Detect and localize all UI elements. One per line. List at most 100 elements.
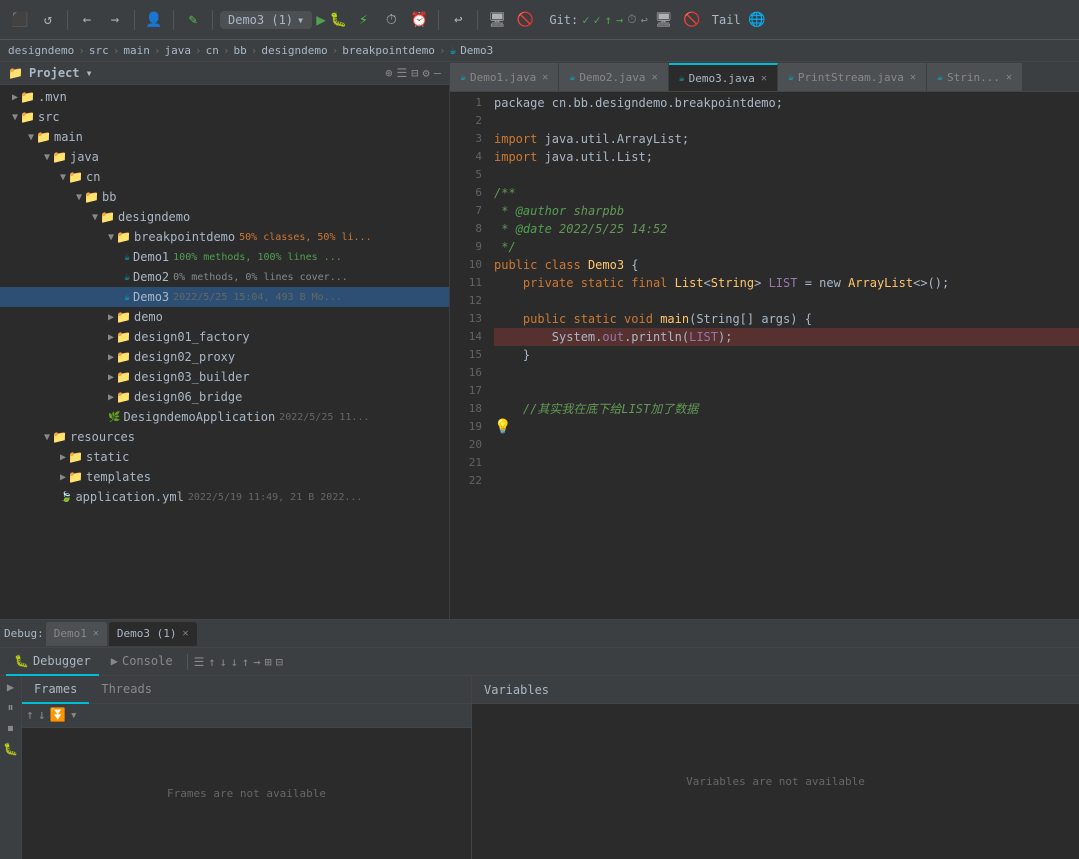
debug-tool-8[interactable]: ⊟ [276,655,283,669]
side-stop-icon[interactable]: ⏹ [7,721,13,736]
tree-item-resources[interactable]: ▼ 📁 resources [0,427,449,447]
toolbar-forward-btn[interactable]: → [103,8,127,32]
debug-tool-1[interactable]: ☰ [194,655,205,669]
debug-tool-3[interactable]: ↓ [220,655,227,669]
debug-button[interactable]: 🐛 [330,12,347,28]
debug-tab-demo3[interactable]: Demo3 (1) ✕ [109,622,197,646]
sidebar-dropdown-icon[interactable]: ▾ [86,66,93,80]
tree-item-main[interactable]: ▼ 📁 main [0,127,449,147]
tree-item-bridge[interactable]: ▶ 📁 design06_bridge [0,387,449,407]
tab-close-demo2[interactable]: ✕ [652,72,658,83]
tree-item-designdemo[interactable]: ▼ 📁 designdemo [0,207,449,227]
debug-tool-4[interactable]: ↓ [231,655,238,669]
tree-item-demo2[interactable]: ☕ Demo2 0% methods, 0% lines cover... [0,267,449,287]
git-clock-icon[interactable]: ⏱ [627,12,636,27]
frames-expand-btn[interactable]: ▾ [70,708,78,723]
tree-item-app[interactable]: 🌿 DesigndemoApplication 2022/5/25 11... [0,407,449,427]
breadcrumb: designdemo › src › main › java › cn › bb… [0,40,1079,62]
tab-demo2[interactable]: ☕ Demo2.java ✕ [559,63,668,91]
frames-up-btn[interactable]: ↑ [26,708,34,723]
tree-label-builder: design03_builder [134,370,250,384]
git-check-icon[interactable]: ✓ [582,13,589,27]
console-tab[interactable]: ▶ Console [103,648,181,676]
tree-item-demo1[interactable]: ☕ Demo1 100% methods, 100% lines ... [0,247,449,267]
tree-item-java[interactable]: ▼ 📁 java [0,147,449,167]
tree-item-cn[interactable]: ▼ 📁 cn [0,167,449,187]
tree-item-static[interactable]: ▶ 📁 static [0,447,449,467]
stop-btn[interactable]: 🚫 [513,8,537,32]
git-undo-icon[interactable]: ↩ [641,13,648,27]
debug-tab-demo1[interactable]: Demo1 ✕ [46,622,107,646]
frames-down-btn[interactable]: ↓ [38,708,46,723]
git-push-icon[interactable]: ↑ [605,13,612,27]
tree-item-mvn[interactable]: ▶ 📁 .mvn [0,87,449,107]
sidebar-action-gear[interactable]: ⚙ [423,66,430,80]
sidebar-action-1[interactable]: ⊕ [385,66,392,80]
breadcrumb-src[interactable]: src [89,44,109,57]
tree-item-demo3[interactable]: ☕ Demo3 2022/5/25 15:04, 493 B Mo... [0,287,449,307]
tree-item-builder[interactable]: ▶ 📁 design03_builder [0,367,449,387]
tree-item-breakpointdemo[interactable]: ▼ 📁 breakpointdemo 50% classes, 50% li..… [0,227,449,247]
frames-tab[interactable]: Frames [22,676,89,704]
profile-btn[interactable]: ⏱ [379,8,403,32]
toolbar-btn-1[interactable]: ⬛ [8,8,32,32]
run-config-dropdown[interactable]: Demo3 (1) ▾ [220,11,312,29]
debug-tool-2[interactable]: ↑ [208,655,215,669]
sidebar-action-2[interactable]: ☰ [397,66,408,80]
git-arrow-icon[interactable]: → [616,13,623,27]
timer-btn[interactable]: ⏰ [407,8,431,32]
tab-demo1[interactable]: ☕ Demo1.java ✕ [450,63,559,91]
breadcrumb-cn[interactable]: cn [206,44,219,57]
tree-item-proxy[interactable]: ▶ 📁 design02_proxy [0,347,449,367]
breadcrumb-demo3[interactable]: Demo3 [460,44,493,57]
tab-label-demo1: Demo1.java [470,71,536,84]
side-pause-icon[interactable]: ⏸ [7,700,13,715]
stop-btn-2[interactable]: 🚫 [680,8,704,32]
debug-tool-7[interactable]: ⊞ [265,655,272,669]
breadcrumb-java[interactable]: java [164,44,191,57]
sidebar-action-3[interactable]: ⊟ [411,66,418,80]
toolbar-btn-2[interactable]: ↺ [36,8,60,32]
project-sidebar: 📁 Project ▾ ⊕ ☰ ⊟ ⚙ — ▶ 📁 .mvn [0,62,450,619]
tree-item-bb[interactable]: ▼ 📁 bb [0,187,449,207]
debug-tool-6[interactable]: → [253,655,260,669]
tab-close-demo1[interactable]: ✕ [542,72,548,83]
window-btn[interactable]: 🖥 [652,8,676,32]
coverage-btn[interactable]: ⚡ [351,8,375,32]
tree-item-demo-folder[interactable]: ▶ 📁 demo [0,307,449,327]
tab-demo3[interactable]: ☕ Demo3.java ✕ [669,63,778,91]
debugger-tab[interactable]: 🐛 Debugger [6,648,99,676]
breadcrumb-designdemo2[interactable]: designdemo [261,44,327,57]
side-debug-icon[interactable]: 🐛 [3,742,18,756]
git-check-icon-2[interactable]: ✓ [593,13,600,27]
tab-printstream[interactable]: ☕ PrintStream.java ✕ [778,63,927,91]
debug-tab-close-demo1[interactable]: ✕ [93,628,99,639]
code-token: package cn.bb.designdemo.breakpointdemo; [494,94,783,112]
toolbar-user-btn[interactable]: 👤 [142,8,166,32]
undo-btn[interactable]: ↩ [446,8,470,32]
breadcrumb-designdemo[interactable]: designdemo [8,44,74,57]
tab-close-printstream[interactable]: ✕ [910,72,916,83]
debug-tool-5[interactable]: ↑ [242,655,249,669]
tree-item-src[interactable]: ▼ 📁 src [0,107,449,127]
frames-filter-btn[interactable]: ⏬ [50,708,66,723]
tab-close-demo3[interactable]: ✕ [761,73,767,84]
sidebar-action-close[interactable]: — [434,66,441,80]
code-editor[interactable]: 12345 678910 1112131415 1617181920 2122 … [450,92,1079,619]
run-button[interactable]: ▶ [316,10,326,29]
tree-item-templates[interactable]: ▶ 📁 templates [0,467,449,487]
toolbar-back-btn[interactable]: ← [75,8,99,32]
breadcrumb-main[interactable]: main [123,44,150,57]
threads-tab[interactable]: Threads [89,676,164,704]
tab-close-string[interactable]: ✕ [1006,72,1012,83]
tab-string[interactable]: ☕ Strin... ✕ [927,63,1023,91]
tree-item-yaml[interactable]: 🍃 application.yml 2022/5/19 11:49, 21 B … [0,487,449,507]
side-run-icon[interactable]: ▶ [7,680,14,694]
tree-item-factory[interactable]: ▶ 📁 design01_factory [0,327,449,347]
screen-btn[interactable]: 🖥 [485,8,509,32]
toolbar-edit-btn[interactable]: ✎ [181,8,205,32]
breadcrumb-bb[interactable]: bb [233,44,246,57]
translate-btn[interactable]: 🌐 [745,8,769,32]
debug-tab-close-demo3[interactable]: ✕ [183,628,189,639]
breadcrumb-breakpointdemo[interactable]: breakpointdemo [342,44,435,57]
